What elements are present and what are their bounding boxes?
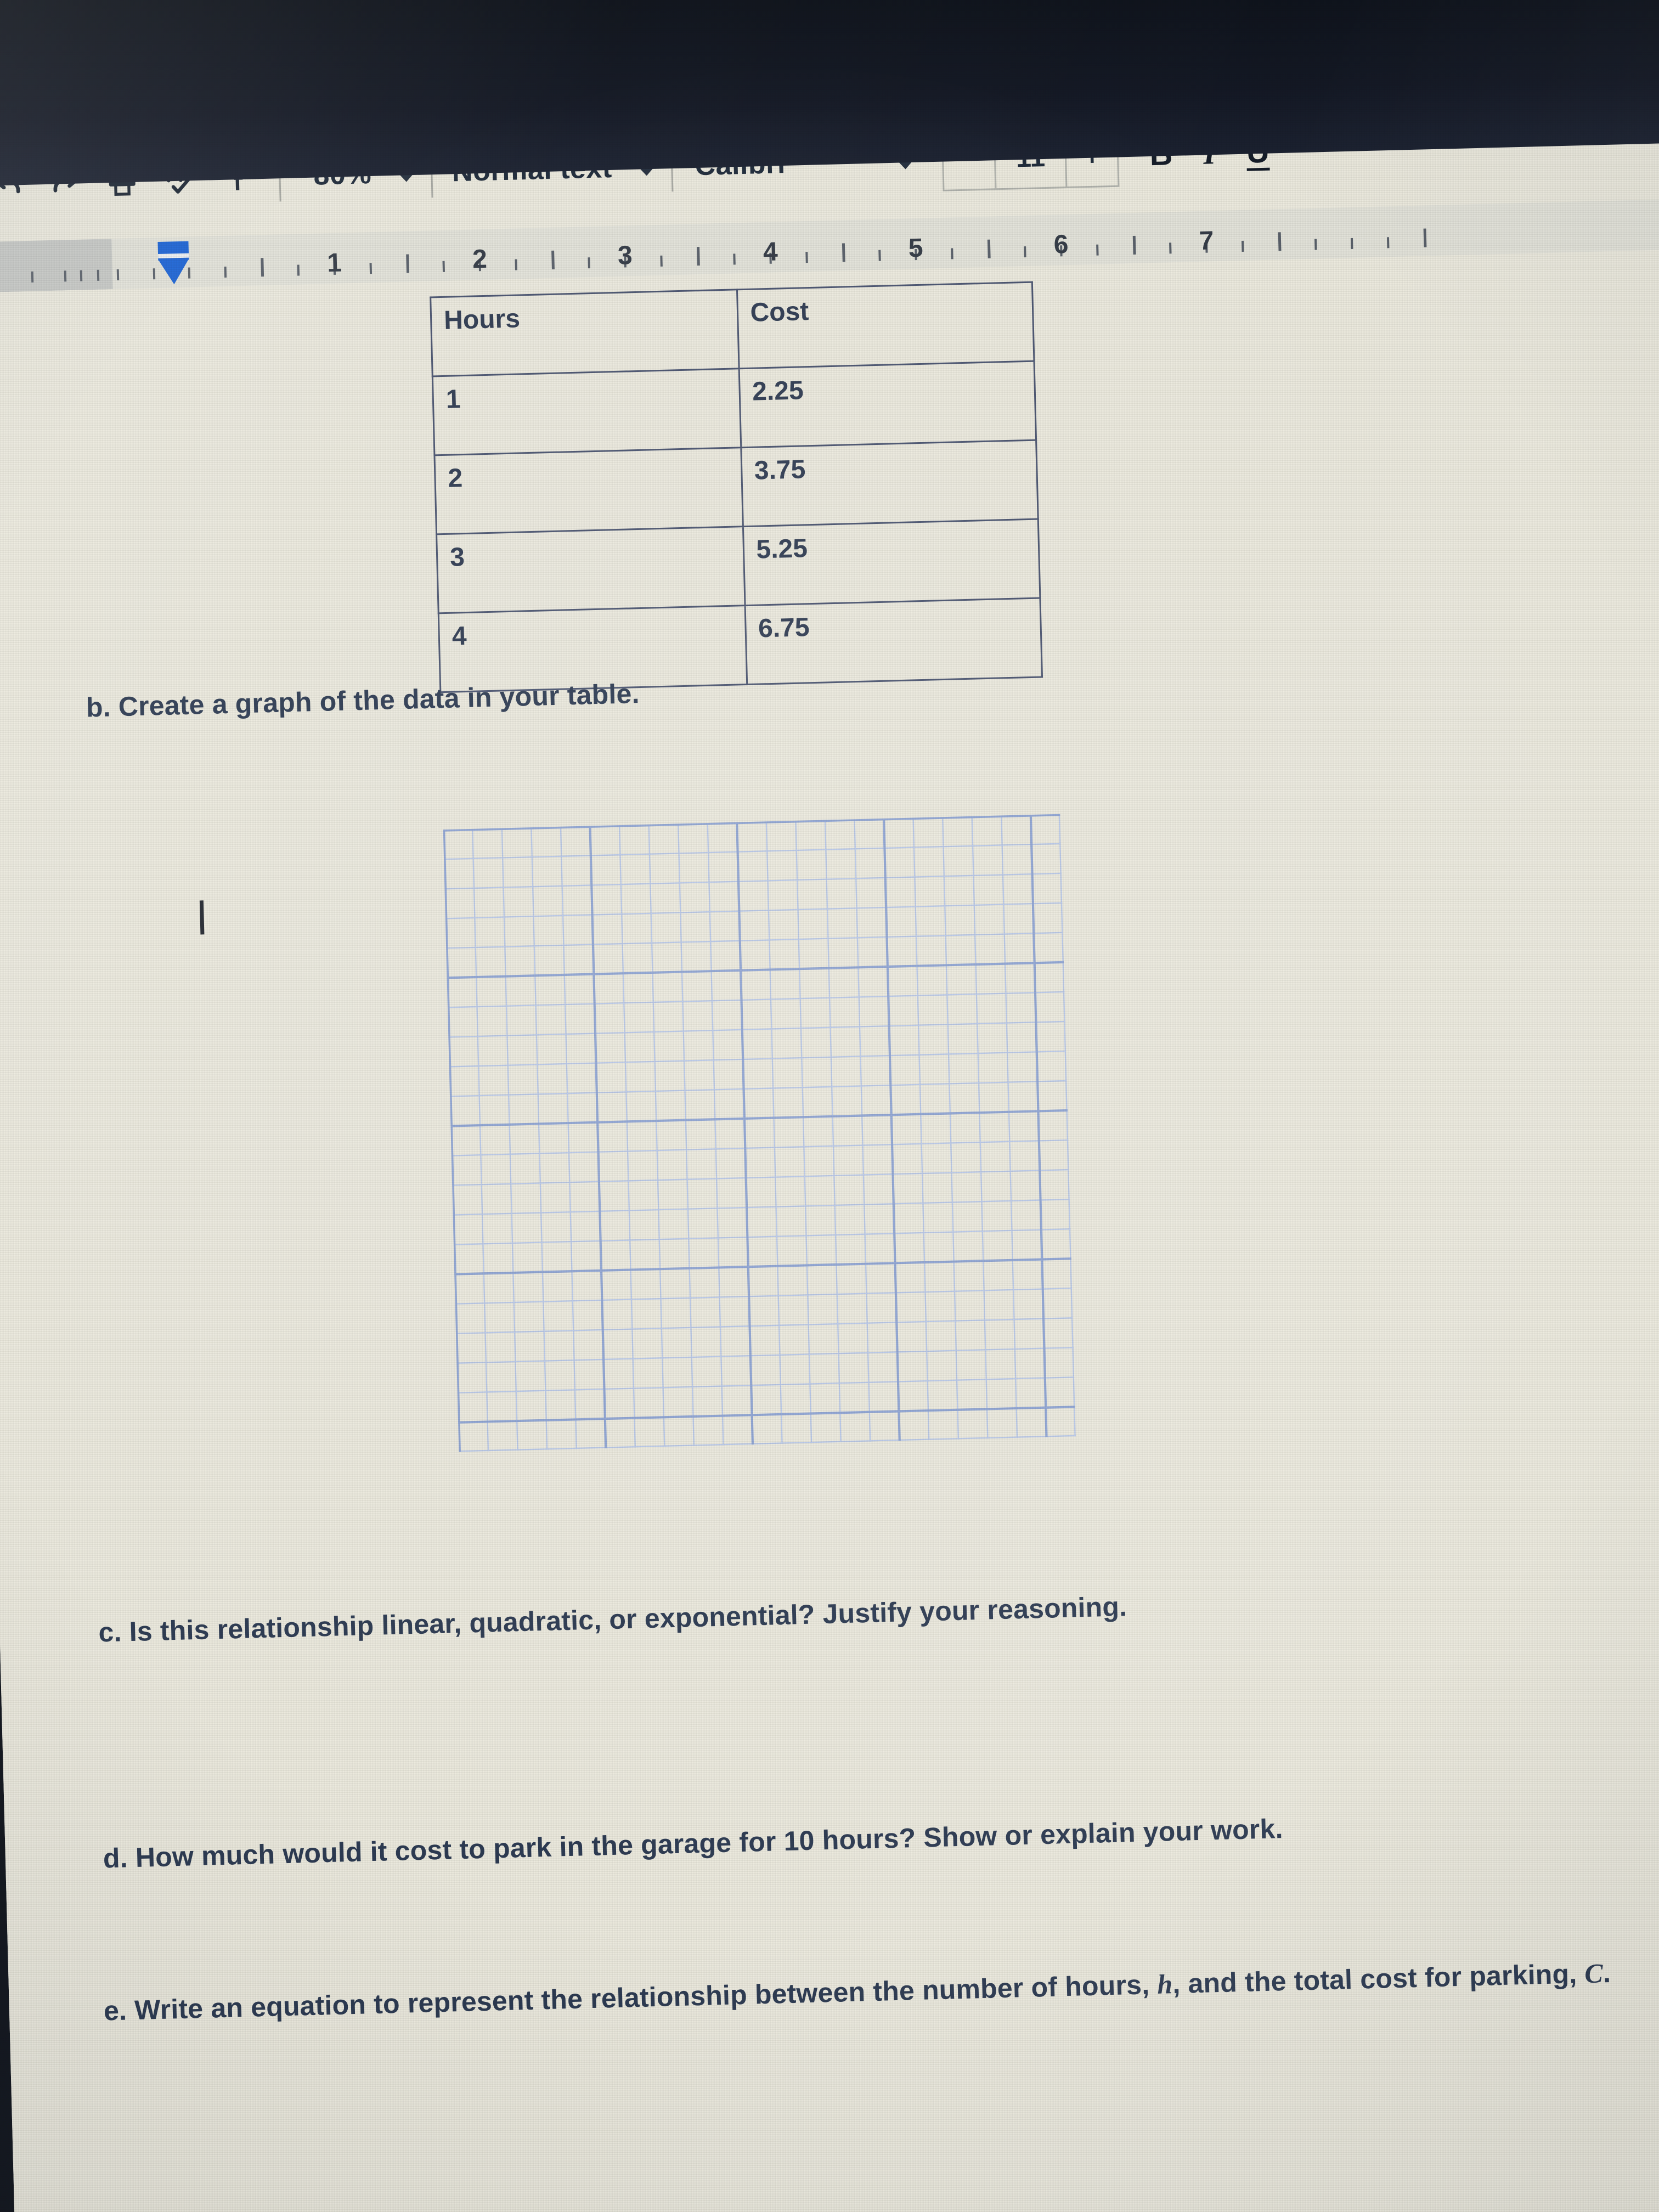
ruler-tick — [1423, 228, 1426, 247]
table-row: 3 5.25 — [436, 519, 1040, 613]
ruler-tick — [515, 259, 518, 270]
ruler-number: 5 — [908, 233, 924, 263]
ruler-tick — [1096, 244, 1099, 256]
ruler-number: 1 — [326, 248, 342, 278]
ruler-tick — [987, 239, 991, 258]
cell-hours-1: 1 — [432, 368, 741, 455]
ruler-tick — [369, 263, 373, 274]
cell-cost-3: 5.25 — [742, 519, 1040, 606]
ruler-tick — [80, 270, 83, 281]
ruler-tick — [842, 243, 845, 262]
ruler-tick — [97, 269, 100, 281]
question-e-part2: , and the total cost for parking, — [1172, 1958, 1585, 2000]
ruler-number: 4 — [763, 237, 778, 267]
cell-cost-2: 3.75 — [741, 440, 1039, 527]
ruler-tick — [1314, 239, 1317, 250]
ruler-tick — [260, 258, 264, 277]
ruler-tick — [878, 250, 881, 261]
document-page[interactable]: Hours Cost 1 2.25 2 3.75 3 5.25 4 6.75 b… — [0, 248, 1659, 2212]
blank-coordinate-grid — [443, 814, 1076, 1452]
ruler-tick — [1278, 232, 1282, 251]
ruler-tick — [660, 255, 663, 267]
question-e-part1: e. Write an equation to represent the re… — [103, 1968, 1158, 2027]
ruler-tick — [1242, 240, 1244, 252]
ruler-tick — [588, 257, 590, 269]
cell-cost-4: 6.75 — [744, 598, 1042, 685]
ruler-tick — [1132, 235, 1136, 255]
cell-cost-1: 2.25 — [738, 361, 1036, 448]
cell-hours-2: 2 — [434, 447, 743, 534]
table-header-cost: Cost — [737, 282, 1034, 369]
ruler-tick — [733, 253, 736, 265]
ruler-tick — [805, 252, 809, 263]
cell-hours-3: 3 — [436, 526, 745, 613]
ruler-tick — [442, 261, 445, 272]
ruler-tick — [1023, 246, 1026, 258]
ruler-number: 6 — [1053, 230, 1069, 259]
left-indent-marker-icon[interactable] — [157, 241, 190, 285]
ruler-number: 2 — [472, 244, 488, 274]
ruler-number: 7 — [1199, 226, 1215, 256]
ruler-tick — [224, 266, 227, 278]
ruler-tick — [551, 250, 555, 269]
ruler-tick — [116, 269, 119, 280]
ruler-tick — [1387, 237, 1390, 249]
ruler-tick — [405, 254, 409, 273]
variable-c: C — [1584, 1957, 1604, 1989]
table-header-hours: Hours — [430, 289, 739, 376]
table-row: 1 2.25 — [432, 361, 1036, 455]
ruler-tick — [696, 247, 700, 266]
monitor-photo: 80% Normal text Calibri − 11 + B I U — [0, 0, 1659, 2212]
screen-content: 80% Normal text Calibri − 11 + B I U — [0, 82, 1659, 2212]
question-d-text: d. How much would it cost to park in the… — [103, 1813, 1284, 1874]
question-e-text: e. Write an equation to represent the re… — [103, 1957, 1611, 2027]
hours-cost-table: Hours Cost 1 2.25 2 3.75 3 5.25 4 6.75 — [430, 281, 1043, 693]
table-row: 4 6.75 — [438, 598, 1042, 692]
table-row: 2 3.75 — [434, 440, 1039, 534]
ruler-tick — [1350, 238, 1353, 249]
question-e-part3: . — [1602, 1957, 1611, 1989]
variable-h: h — [1156, 1968, 1173, 2000]
question-c-text: c. Is this relationship linear, quadrati… — [98, 1591, 1127, 1648]
ruler-tick — [1169, 242, 1172, 254]
ruler-tick — [297, 264, 300, 276]
ruler-tick — [153, 268, 155, 280]
table-row: Hours Cost — [430, 282, 1034, 376]
ruler-number: 3 — [617, 241, 633, 270]
ruler-tick — [31, 271, 34, 283]
ruler-tick — [64, 270, 67, 282]
question-b-text: b. Create a graph of the data in your ta… — [86, 678, 640, 723]
text-cursor-caret — [199, 900, 205, 935]
ruler-tick — [951, 248, 953, 259]
